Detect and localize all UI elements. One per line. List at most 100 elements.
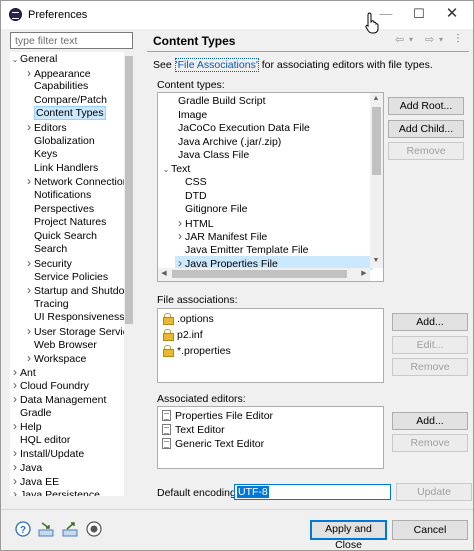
back-arrow-icon[interactable]: ⇦ [395, 33, 404, 46]
content-type-item[interactable]: Gradle Build Script [168, 94, 373, 108]
tree-item[interactable]: › Appearance [24, 66, 91, 81]
content-type-item[interactable]: JaCoCo Execution Data File [168, 121, 373, 135]
update-encoding-button[interactable]: Update [396, 483, 472, 501]
scroll-left-icon[interactable]: ◀ [158, 268, 170, 280]
content-type-item[interactable]: › HTML [175, 216, 373, 230]
content-type-item[interactable]: Gitignore File [175, 202, 373, 216]
chevron-right-icon[interactable]: › [24, 325, 34, 338]
file-associations-list[interactable]: .options p2.inf *.properties [157, 308, 384, 383]
file-association-item[interactable]: *.properties [163, 344, 231, 358]
chevron-right-icon[interactable]: › [10, 365, 20, 379]
back-menu-icon[interactable]: ▾ [409, 35, 413, 44]
tree-item[interactable]: › Data Management [10, 393, 106, 407]
tree-item[interactable]: › Help [10, 420, 42, 434]
content-type-item[interactable]: DTD [175, 189, 373, 203]
scroll-up-icon[interactable]: ▲ [370, 93, 382, 105]
content-types-hscrollbar-thumb[interactable] [172, 270, 347, 278]
chevron-right-icon[interactable]: › [175, 229, 185, 243]
close-button[interactable]: ✕ [430, 1, 474, 29]
content-types-scrollbar-thumb[interactable] [372, 107, 381, 175]
tree-item[interactable]: Quick Search [24, 230, 97, 244]
tree-scrollbar-thumb[interactable] [125, 56, 133, 324]
tree-item[interactable]: › Network Connections [24, 175, 124, 189]
tree-item[interactable]: ⌄ General [10, 53, 58, 67]
chevron-right-icon[interactable]: › [24, 284, 34, 297]
scroll-right-icon[interactable]: ▶ [358, 268, 370, 280]
tree-item[interactable]: Link Handlers [24, 162, 98, 176]
content-type-item[interactable]: ⌄ Text [161, 162, 373, 176]
editor-item[interactable]: Text Editor [162, 423, 225, 437]
content-type-item[interactable]: Java Class File [168, 148, 373, 162]
apply-and-close-button[interactable]: Apply and Close [310, 520, 387, 551]
export-icon[interactable] [62, 521, 78, 537]
tree-item[interactable]: › Editors [24, 121, 67, 135]
tree-item[interactable]: › Java EE [10, 474, 59, 489]
tree-item[interactable]: Compare/Patch [24, 94, 107, 108]
add-association-button[interactable]: Add... [392, 313, 468, 331]
tree-item[interactable]: Service Policies [24, 271, 108, 285]
default-encoding-input[interactable]: UTF-8 [234, 484, 391, 500]
forward-arrow-icon[interactable]: ⇨ [425, 33, 434, 46]
tree-item[interactable]: Search [24, 243, 67, 257]
chevron-right-icon[interactable]: › [24, 175, 34, 188]
content-types-hscrollbar[interactable]: ◀ ▶ [158, 268, 370, 281]
add-child-button[interactable]: Add Child... [388, 120, 464, 138]
chevron-right-icon[interactable]: › [10, 393, 20, 406]
view-menu-icon[interactable]: ⋮ [453, 33, 463, 44]
chevron-down-icon[interactable]: ⌄ [10, 53, 20, 66]
tree-item[interactable]: › Cloud Foundry [10, 379, 89, 393]
chevron-down-icon[interactable]: ⌄ [161, 163, 171, 177]
chevron-right-icon[interactable]: › [10, 379, 20, 392]
chevron-right-icon[interactable]: › [10, 488, 20, 496]
filter-input[interactable]: type filter text [10, 32, 133, 49]
file-association-item[interactable]: p2.inf [163, 328, 203, 342]
help-icon[interactable]: ? [15, 521, 31, 537]
content-types-scrollbar[interactable]: ▲ ▼ [370, 93, 383, 268]
tree-item[interactable]: ›Startup and Shutdown [24, 284, 124, 298]
remove-editor-button[interactable]: Remove [392, 434, 468, 452]
tree-item[interactable]: › Workspace [24, 352, 86, 366]
forward-menu-icon[interactable]: ▾ [439, 35, 443, 44]
oomph-icon[interactable] [86, 521, 102, 537]
chevron-right-icon[interactable]: › [175, 216, 185, 230]
remove-content-type-button[interactable]: Remove [388, 142, 464, 160]
tree-item[interactable]: › Ant [10, 365, 36, 380]
edit-association-button[interactable]: Edit... [392, 336, 468, 354]
tree-item[interactable]: Keys [24, 148, 57, 162]
tree-item[interactable]: › Java [10, 461, 42, 475]
content-type-item[interactable]: Image [168, 108, 373, 122]
chevron-right-icon[interactable]: › [24, 66, 34, 80]
content-type-item[interactable]: Java Archive (.jar/.zip) [168, 135, 373, 149]
tree-item[interactable]: Notifications [24, 189, 91, 203]
content-types-tree[interactable]: Gradle Build Script Image JaCoCo Execution… [157, 92, 384, 282]
tree-item[interactable]: Tracing [24, 298, 69, 312]
add-editor-button[interactable]: Add... [392, 412, 468, 430]
tree-item[interactable]: › Java Persistence [10, 488, 100, 496]
file-association-item[interactable]: .options [163, 312, 214, 326]
tree-item[interactable]: Project Natures [24, 216, 106, 230]
tree-item[interactable]: UI Responsiveness Monitoring [24, 311, 124, 325]
tree-item[interactable]: Capabilities [24, 80, 88, 94]
import-icon[interactable] [38, 521, 54, 537]
chevron-right-icon[interactable]: › [10, 447, 20, 460]
add-root-button[interactable]: Add Root... [388, 97, 464, 115]
tree-item[interactable]: Web Browser [24, 339, 97, 353]
chevron-right-icon[interactable]: › [24, 121, 34, 134]
tree-item[interactable]: › Security [24, 257, 72, 271]
tree-item[interactable]: Content Types [24, 106, 106, 121]
tree-item[interactable]: HQL editor [10, 434, 70, 448]
tree-scrollbar[interactable] [124, 52, 134, 496]
chevron-right-icon[interactable]: › [10, 420, 20, 433]
preference-tree[interactable]: ⌄ General › Appearance Capabilities Compare/P… [10, 52, 124, 496]
content-type-item[interactable]: › JAR Manifest File [175, 229, 373, 243]
editor-item[interactable]: Generic Text Editor [162, 437, 264, 451]
remove-association-button[interactable]: Remove [392, 358, 468, 376]
content-type-item[interactable]: CSS [175, 175, 373, 189]
tree-item[interactable]: Globalization [24, 135, 95, 149]
file-associations-link[interactable]: 'File Associations' [174, 58, 259, 72]
tree-item[interactable]: Gradle [10, 407, 52, 421]
chevron-right-icon[interactable]: › [10, 461, 20, 474]
cancel-button[interactable]: Cancel [392, 520, 468, 540]
chevron-right-icon[interactable]: › [24, 352, 34, 365]
content-type-item[interactable]: Java Emitter Template File [175, 243, 373, 257]
